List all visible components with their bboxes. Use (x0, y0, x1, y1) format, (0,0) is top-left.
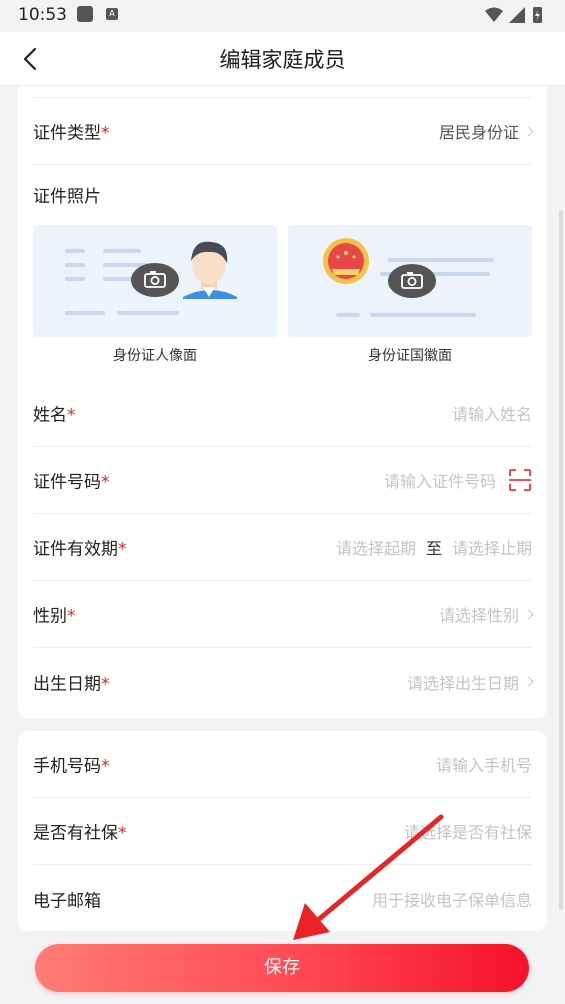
birth-date-label: 出生日期 (33, 674, 101, 694)
id-front-upload[interactable] (33, 225, 277, 337)
email-input[interactable]: 用于接收电子保单信息 (372, 887, 532, 911)
validity-label: 证件有效期 (33, 539, 118, 560)
social-security-label: 是否有社保 (33, 823, 118, 844)
social-security-picker[interactable]: 请选择是否有社保 (404, 819, 532, 843)
name-row[interactable]: 姓名* 请输入姓名 (33, 380, 532, 447)
chevron-right-icon (523, 126, 534, 136)
social-security-row[interactable]: 是否有社保* 请选择是否有社保 (33, 798, 532, 865)
required-mark: * (118, 539, 127, 560)
scan-icon[interactable] (508, 468, 532, 492)
validity-row: 证件有效期* 请选择起期 至 请选择止期 (33, 514, 532, 581)
birth-date-row[interactable]: 出生日期* 请选择出生日期 (33, 648, 534, 715)
required-mark: * (67, 405, 76, 426)
gender-label: 性别 (33, 606, 67, 627)
app-notification-icon: A (106, 8, 118, 20)
chevron-right-icon (523, 676, 534, 687)
id-type-value: 居民身份证 (438, 123, 519, 142)
scrollbar[interactable] (559, 210, 563, 910)
camera-icon (131, 263, 179, 297)
id-photo-label: 证件照片 (33, 187, 101, 207)
id-back-upload[interactable] (288, 225, 532, 337)
id-type-row[interactable]: 证件类型* 居民身份证 (33, 98, 534, 165)
member-info-card: 证件类型* 居民身份证 证件照片 身份证人像面 身份证国徽面 姓名* 请输入姓名… (18, 86, 547, 718)
required-mark: * (118, 823, 127, 844)
camera-icon (388, 264, 436, 298)
required-mark: * (67, 606, 76, 627)
required-mark: * (101, 472, 110, 493)
gender-row[interactable]: 性别* 请选择性别 (33, 581, 534, 648)
id-number-row[interactable]: 证件号码* 请输入证件号码 (33, 447, 532, 514)
birth-date-picker[interactable]: 请选择出生日期 (407, 670, 519, 694)
name-input[interactable]: 请输入姓名 (452, 401, 532, 425)
id-back-illustration (323, 238, 494, 317)
save-button[interactable]: 保存 (35, 944, 529, 992)
contact-info-card: 手机号码* 请输入手机号 是否有社保* 请选择是否有社保 电子邮箱 用于接收电子… (18, 731, 547, 931)
validity-separator: 至 (425, 539, 442, 558)
signal-icon (509, 7, 525, 23)
phone-row[interactable]: 手机号码* 请输入手机号 (33, 731, 532, 798)
id-front-caption: 身份证人像面 (113, 348, 197, 364)
notification-icon (77, 6, 93, 22)
phone-label: 手机号码 (33, 756, 101, 777)
name-label: 姓名 (33, 405, 67, 426)
id-back-caption: 身份证国徽面 (368, 348, 452, 364)
id-type-label: 证件类型 (33, 123, 101, 144)
row-partial-top (33, 31, 532, 98)
email-row[interactable]: 电子邮箱 用于接收电子保单信息 (33, 865, 532, 932)
status-icons (485, 7, 542, 23)
id-number-label: 证件号码 (33, 472, 101, 493)
id-number-input[interactable]: 请输入证件号码 (384, 468, 496, 492)
validity-start-picker[interactable]: 请选择起期 (336, 535, 416, 559)
status-time: 10:53 (18, 5, 67, 25)
chevron-right-icon (523, 609, 534, 619)
required-mark: * (101, 674, 110, 694)
status-bar: 10:53 A (0, 0, 565, 32)
email-label: 电子邮箱 (33, 891, 101, 911)
id-front-illustration (65, 241, 237, 315)
gender-picker[interactable]: 请选择性别 (439, 602, 519, 626)
phone-input[interactable]: 请输入手机号 (436, 752, 532, 776)
validity-end-picker[interactable]: 请选择止期 (452, 535, 532, 559)
required-mark: * (101, 123, 110, 144)
wifi-icon (485, 7, 503, 22)
required-mark: * (101, 756, 110, 777)
